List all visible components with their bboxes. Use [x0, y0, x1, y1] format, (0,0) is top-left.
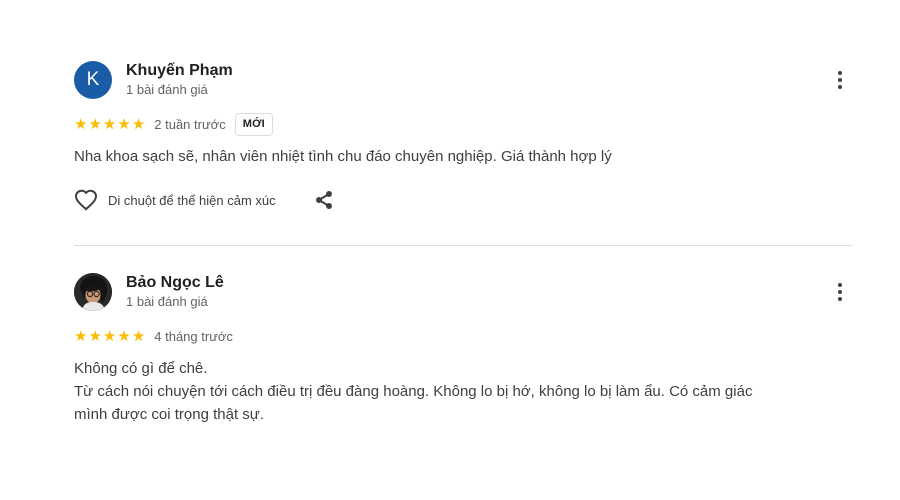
react-button[interactable]: Di chuột để thể hiện cảm xúc: [74, 189, 276, 211]
share-icon: [315, 191, 332, 209]
more-vert-icon: [838, 283, 842, 287]
more-vert-dot: [838, 297, 842, 301]
review-meta: ★ ★ ★ ★ ★ 4 tháng trước: [74, 325, 852, 347]
review-time: 2 tuần trước: [154, 116, 226, 132]
review-header: Bảo Ngọc Lê 1 bài đánh giá: [74, 272, 852, 312]
star-icon: ★: [102, 115, 117, 133]
reviewer-review-count: 1 bài đánh giá: [126, 294, 208, 309]
review-text-line: Không có gì để chê.: [74, 360, 208, 377]
review-actions: Di chuột để thể hiện cảm xúc: [74, 187, 852, 213]
star-icon: ★: [117, 115, 131, 133]
star-icon: ★: [88, 115, 102, 133]
avatar-photo: [74, 273, 112, 311]
star-rating: ★ ★ ★ ★ ★: [74, 117, 145, 132]
more-vert-dot: [838, 290, 842, 294]
star-icon: ★: [74, 115, 88, 133]
more-vert-dot: [838, 85, 842, 89]
reviewer-name[interactable]: Bảo Ngọc Lê: [126, 274, 224, 292]
star-icon: ★: [131, 115, 146, 133]
review-header: K Khuyến Phạm 1 bài đánh giá: [74, 60, 852, 100]
review-text-line: Từ cách nói chuyện tới cách điều trị đều…: [74, 383, 753, 400]
review-time: 4 tháng trước: [154, 328, 233, 344]
more-vert-icon: [838, 71, 842, 75]
star-icon: ★: [117, 327, 131, 345]
star-icon: ★: [88, 327, 102, 345]
review-meta: ★ ★ ★ ★ ★ 2 tuần trước MỚI: [74, 112, 852, 136]
star-icon: ★: [131, 327, 146, 345]
review-card: Bảo Ngọc Lê 1 bài đánh giá ★ ★ ★ ★ ★ 4 t…: [74, 272, 852, 426]
new-badge: MỚI: [234, 112, 273, 136]
review-divider: [74, 245, 852, 246]
share-button[interactable]: [313, 189, 335, 211]
star-icon: ★: [74, 327, 88, 345]
review-text: Không có gì để chê. Từ cách nói chuyện t…: [74, 357, 852, 426]
avatar-letter: K: [86, 69, 100, 90]
avatar[interactable]: [74, 273, 112, 311]
reviewer-review-count: 1 bài đánh giá: [126, 82, 208, 97]
more-options-button[interactable]: [828, 68, 852, 92]
more-vert-dot: [838, 78, 842, 82]
more-options-button[interactable]: [828, 280, 852, 304]
reviewer-name[interactable]: Khuyến Phạm: [126, 62, 233, 80]
review-text-line: Nha khoa sạch sẽ, nhân viên nhiệt tình c…: [74, 148, 612, 165]
review-text: Nha khoa sạch sẽ, nhân viên nhiệt tình c…: [74, 145, 852, 168]
review-text-line: mình được coi trọng thật sự.: [74, 406, 264, 423]
avatar[interactable]: K: [74, 61, 112, 99]
star-rating: ★ ★ ★ ★ ★: [74, 329, 145, 344]
react-label: Di chuột để thể hiện cảm xúc: [108, 192, 276, 208]
review-card: K Khuyến Phạm 1 bài đánh giá ★ ★ ★ ★ ★ 2…: [74, 60, 852, 213]
heart-outline-icon: [74, 189, 98, 211]
star-icon: ★: [102, 327, 117, 345]
